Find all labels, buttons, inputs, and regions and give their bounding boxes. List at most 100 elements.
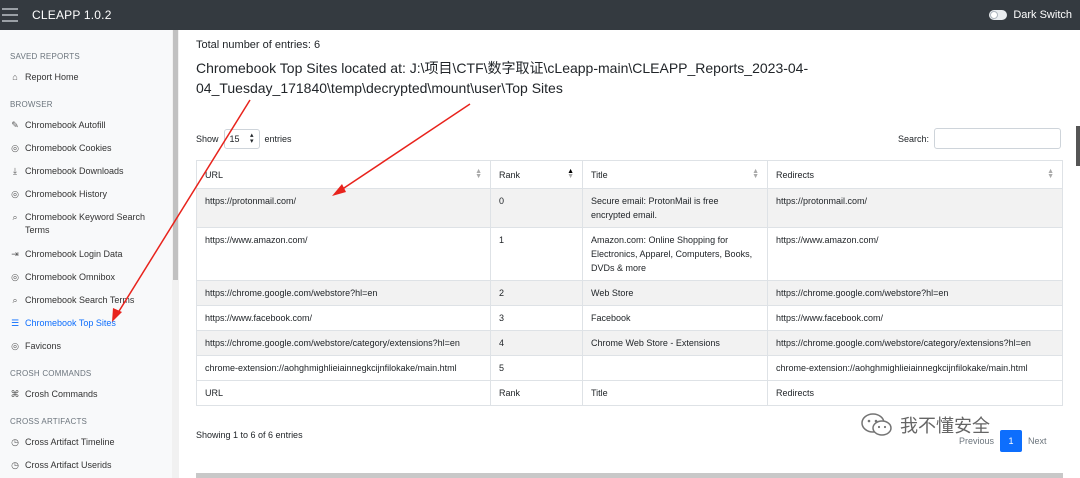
sidebar-item-favicons[interactable]: ◎ Favicons: [10, 340, 170, 353]
watermark-text: 我不懂安全: [900, 416, 990, 436]
sidebar-scrollbar[interactable]: [172, 30, 179, 478]
next-button[interactable]: Next: [1028, 436, 1047, 446]
cell-redirects: https://www.facebook.com/: [767, 305, 1063, 331]
cell-rank: 2: [490, 280, 583, 306]
column-header-title[interactable]: Title ▲ ▼: [582, 160, 768, 189]
footer-redirects: Redirects: [767, 380, 1063, 406]
cell-title: [582, 355, 768, 381]
sidebar-item-chromebook-search-terms[interactable]: ⌕ Chromebook Search Terms: [10, 294, 170, 307]
dark-switch[interactable]: Dark Switch: [989, 0, 1072, 30]
sidebar-section-heading: CROSS ARTIFACTS: [10, 417, 88, 426]
cell-title: Secure email: ProtonMail is free encrypt…: [582, 188, 768, 228]
sidebar: SAVED REPORTS ⌂ Report Home BROWSER ✎ Chromeb…: [0, 30, 172, 478]
page-length-value: 15: [229, 134, 240, 144]
footer-url: URL: [196, 380, 491, 406]
search-icon: ⌕: [12, 294, 18, 305]
cell-title: Facebook: [582, 305, 768, 331]
table-row[interactable]: https://chrome.google.com/webstore?hl=en…: [196, 280, 1063, 306]
sidebar-item-chromebook-login-data[interactable]: ⇥ Chromebook Login Data: [10, 248, 170, 261]
sidebar-item-chromebook-downloads[interactable]: ⤓ Chromebook Downloads: [10, 165, 170, 178]
page-length-control: Show 15 ▴ ▾ entries: [196, 129, 292, 149]
cell-redirects: https://chrome.google.com/webstore?hl=en: [767, 280, 1063, 306]
cell-url: https://protonmail.com/: [196, 188, 491, 228]
sort-icon: ▲ ▼: [475, 168, 482, 180]
page-scroll-thumb[interactable]: [1076, 126, 1080, 166]
table-row[interactable]: https://chrome.google.com/webstore/categ…: [196, 330, 1063, 356]
cell-rank: 0: [490, 188, 583, 228]
footer-title: Title: [582, 380, 768, 406]
cell-title: Chrome Web Store - Extensions: [582, 330, 768, 356]
sidebar-item-label: Chromebook Search Terms: [25, 295, 135, 305]
sidebar-item-label: Report Home: [25, 72, 79, 82]
sidebar-section-heading: SAVED REPORTS: [10, 52, 80, 61]
search-icon: ⌕: [12, 211, 18, 222]
chrome-icon: ◎: [11, 340, 19, 351]
sidebar-item-label: Chromebook Omnibox: [25, 272, 116, 282]
sidebar-item-chromebook-omnibox[interactable]: ◎ Chromebook Omnibox: [10, 271, 170, 284]
column-header-redirects[interactable]: Redirects ▲ ▼: [767, 160, 1063, 189]
cell-redirects: chrome-extension://aohghmighlieiainnegkc…: [767, 355, 1063, 381]
sidebar-item-label: Crosh Commands: [25, 389, 98, 399]
sidebar-item-label: Chromebook History: [25, 189, 108, 199]
sidebar-item-crosh-commands[interactable]: ⌘ Crosh Commands: [10, 388, 170, 401]
sidebar-item-label: Chromebook Autofill: [25, 120, 106, 130]
app-title: CLEAPP 1.0.2: [32, 8, 112, 22]
menu-icon[interactable]: [2, 0, 20, 30]
sort-icon: ▲ ▼: [752, 168, 759, 180]
show-label: Show: [196, 134, 219, 144]
column-header-url[interactable]: URL ▲ ▼: [196, 160, 491, 189]
sidebar-item-cross-artifact-timeline[interactable]: ◷ Cross Artifact Timeline: [10, 436, 170, 449]
main-content: Total number of entries: 6 Chromebook To…: [179, 30, 1080, 478]
home-icon: ⌂: [12, 71, 18, 82]
cell-url: https://www.amazon.com/: [196, 227, 491, 281]
cell-url: https://chrome.google.com/webstore/categ…: [196, 330, 491, 356]
sidebar-item-chromebook-autofill[interactable]: ✎ Chromebook Autofill: [10, 119, 170, 132]
cell-title: Amazon.com: Online Shopping for Electron…: [582, 227, 768, 281]
sidebar-item-label: Chromebook Top Sites: [25, 318, 116, 328]
sidebar-item-chromebook-history[interactable]: ◎ Chromebook History: [10, 188, 170, 201]
table-row[interactable]: https://www.amazon.com/1 Amazon.com: Onli…: [196, 227, 1063, 281]
table-row[interactable]: https://www.facebook.com/3 Facebook https:…: [196, 305, 1063, 331]
sidebar-item-chromebook-top-sites[interactable]: ☰ Chromebook Top Sites: [10, 317, 170, 330]
cell-url: chrome-extension://aohghmighlieiainnegkc…: [196, 355, 491, 381]
page-length-select[interactable]: 15 ▴ ▾: [223, 129, 260, 149]
column-header-rank[interactable]: Rank ▲ ▼: [490, 160, 583, 189]
sidebar-item-chromebook-cookies[interactable]: ◎ Chromebook Cookies: [10, 142, 170, 155]
clock-icon: ◷: [11, 436, 19, 447]
report-title: Chromebook Top Sites located at: J:\项目\C…: [196, 60, 809, 96]
dark-switch-label: Dark Switch: [1013, 9, 1072, 21]
search-label: Search:: [898, 133, 930, 144]
cell-rank: 4: [490, 330, 583, 356]
table-row[interactable]: chrome-extension://aohghmighlieiainnegkc…: [196, 355, 1063, 381]
cell-redirects: https://chrome.google.com/webstore/categ…: [767, 330, 1063, 356]
top-navbar: CLEAPP 1.0.2 Dark Switch: [0, 0, 1080, 30]
sidebar-item-label: Cross Artifact Timeline: [25, 437, 115, 447]
horizontal-scrollbar[interactable]: [196, 473, 1063, 478]
cell-title: Web Store: [582, 280, 768, 306]
sidebar-item-report-home[interactable]: ⌂ Report Home: [10, 71, 170, 84]
sidebar-item-label: Chromebook Login Data: [25, 249, 123, 259]
cell-redirects: https://www.amazon.com/: [767, 227, 1063, 281]
download-icon: ⤓: [13, 165, 17, 176]
sidebar-item-cross-artifact-userids[interactable]: ◷ Cross Artifact Userids: [10, 459, 170, 472]
table-info: Showing 1 to 6 of 6 entries: [196, 430, 303, 440]
chrome-icon: ◎: [11, 271, 19, 282]
table-search: Search:: [898, 128, 1062, 149]
cell-rank: 5: [490, 355, 583, 381]
command-icon: ⌘: [10, 388, 20, 399]
table-footer-row: URL Rank Title Redirects: [196, 380, 1063, 406]
cell-rank: 1: [490, 227, 583, 281]
search-input[interactable]: [934, 128, 1062, 149]
table-row[interactable]: https://protonmail.com/0 Secure email: Pr…: [196, 188, 1063, 228]
total-entries: Total number of entries: 6: [196, 39, 321, 51]
sort-icon: ▲ ▼: [1047, 168, 1054, 180]
sidebar-item-label: Chromebook Downloads: [25, 166, 124, 176]
footer-rank: Rank: [490, 380, 583, 406]
sidebar-item-label: Chromebook Cookies: [25, 143, 112, 153]
sidebar-item-label: Cross Artifact Userids: [25, 460, 112, 470]
page-button-1[interactable]: 1: [1000, 430, 1023, 452]
dark-switch-toggle[interactable]: [989, 10, 1008, 20]
sidebar-item-chromebook-keyword-search-terms[interactable]: ⌕ Chromebook Keyword Search Terms: [10, 211, 170, 237]
chrome-icon: ◎: [11, 188, 19, 199]
sidebar-scroll-thumb[interactable]: [173, 30, 178, 280]
